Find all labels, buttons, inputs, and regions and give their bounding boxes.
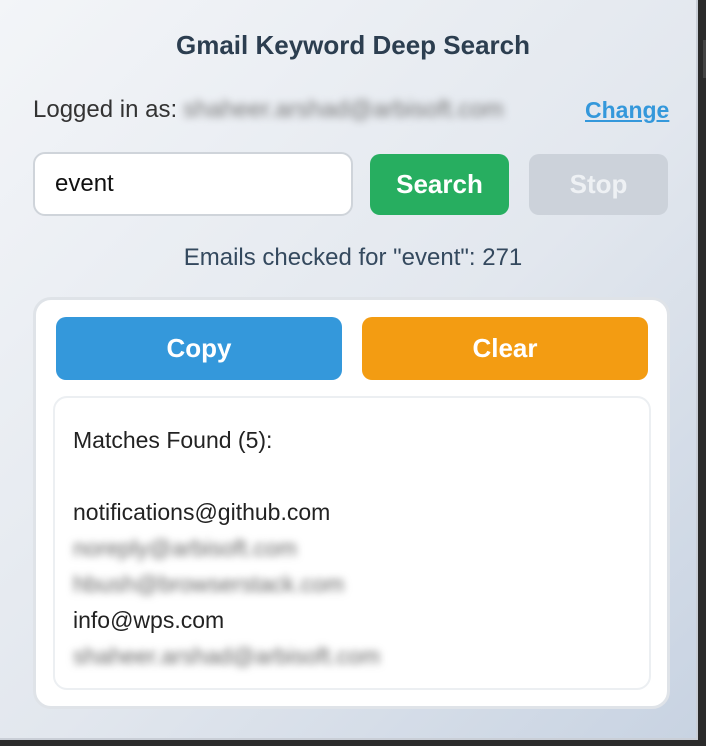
search-button[interactable]: Search: [370, 154, 509, 215]
keyword-input[interactable]: [33, 152, 353, 216]
logged-in-row: Logged in as: shaheer.arshad@arbisoft.com: [33, 96, 504, 124]
stop-button[interactable]: Stop: [529, 154, 668, 215]
result-email: noreply@arbisoft.com: [73, 535, 298, 561]
clear-button[interactable]: Clear: [362, 317, 648, 380]
change-account-link[interactable]: Change: [585, 97, 669, 124]
extension-popup: Gmail Keyword Deep Search Logged in as: s…: [0, 0, 698, 740]
matches-heading: Matches Found (5):: [73, 427, 273, 453]
results-list[interactable]: Matches Found (5): notifications@github.…: [53, 396, 651, 690]
logged-in-label: Logged in as:: [33, 96, 178, 123]
status-text: Emails checked for "event": 271: [183, 244, 523, 271]
result-email: shaheer.arshad@arbisoft.com: [73, 643, 381, 669]
result-email: notifications@github.com: [73, 499, 331, 525]
copy-button[interactable]: Copy: [56, 317, 342, 380]
logged-in-email: shaheer.arshad@arbisoft.com: [183, 96, 504, 123]
result-email: hbush@browserstack.com: [73, 571, 345, 597]
popup-title: Gmail Keyword Deep Search: [175, 30, 531, 60]
result-email: info@wps.com: [73, 607, 225, 633]
